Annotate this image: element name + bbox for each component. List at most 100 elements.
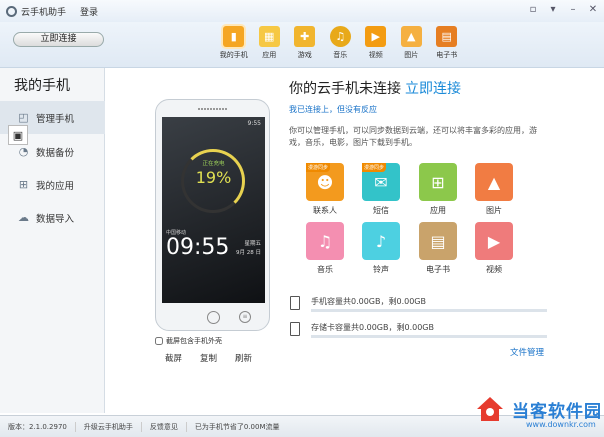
picture-icon: ▲: [400, 26, 422, 47]
lockscreen-clock: 09:55: [166, 235, 230, 260]
manage-phone-icon: ◰: [18, 111, 29, 124]
video-icon: ▶: [365, 26, 387, 47]
nav-label: 应用: [262, 51, 277, 59]
sidebar-item-label: 管理手机: [36, 113, 75, 125]
menu-icon[interactable]: ▾: [546, 2, 560, 16]
tile-label: 图片: [486, 206, 502, 215]
include-case-label: 截屏包含手机外壳: [166, 337, 222, 345]
music-icon: ♫: [329, 26, 351, 47]
backup-icon: ◔: [18, 145, 29, 158]
phone-speaker: [198, 108, 228, 110]
login-link[interactable]: 登录: [80, 5, 98, 18]
feedback-link[interactable]: 反馈意见: [142, 421, 187, 432]
nav-games[interactable]: ✚ 游戏: [287, 26, 323, 60]
tile-sms[interactable]: 漫游同步 ✉ 短信: [362, 163, 400, 218]
tile-label: 音乐: [317, 265, 333, 274]
contacts-icon: 漫游同步 ☻: [306, 163, 344, 201]
nav-my-phone[interactable]: ▮ 我的手机: [216, 26, 252, 60]
skin-icon[interactable]: ▫: [526, 2, 540, 16]
house-logo-icon: [477, 397, 503, 421]
phone-preview: 9:55 正在充电 19% 中国移动 09:55 星期五 9月 28 日 ≡: [155, 99, 270, 331]
main-toolbar: 立即连接 ▮ 我的手机 ▦ 应用 ✚ 游戏 ♫ 音乐 ▶ 视频 ▲ 图片 ▤ 电…: [0, 22, 604, 68]
apps-icon: ▦: [258, 26, 280, 47]
tile-music[interactable]: ♫ 音乐: [306, 222, 344, 277]
ebook-icon: ▤: [419, 222, 457, 260]
nav-label: 图片: [404, 51, 419, 59]
sidebar-item-label: 我的应用: [36, 180, 75, 192]
phone-storage-bar: [311, 309, 547, 312]
phone-screen: 9:55 正在充电 19% 中国移动 09:55 星期五 9月 28 日: [162, 117, 265, 303]
screenshot-button[interactable]: 截屏: [165, 352, 182, 364]
charge-percent: 19%: [195, 168, 232, 187]
title-bar: 云手机助手 登录 ▫ ▾ – ✕: [0, 0, 604, 22]
upgrade-link[interactable]: 升级云手机助手: [76, 421, 142, 432]
save-icon[interactable]: ▣: [8, 125, 28, 145]
sms-icon: 漫游同步 ✉: [362, 163, 400, 201]
lockscreen-date: 9月 28 日: [236, 250, 261, 256]
sd-card-icon: [290, 322, 300, 336]
phone-storage-icon: [290, 296, 300, 310]
connect-button[interactable]: 立即连接: [13, 32, 104, 47]
cloud-import-icon: ☁: [18, 211, 29, 224]
sd-storage-text: 存储卡容量共0.00GB，剩0.00GB: [311, 323, 434, 332]
sidebar-item-my-apps[interactable]: ⊞ 我的应用: [0, 168, 105, 201]
nav-label: 电子书: [436, 51, 458, 59]
tile-pictures[interactable]: ▲ 图片: [475, 163, 513, 218]
window-controls: ▫ ▾ – ✕: [526, 2, 600, 16]
refresh-button[interactable]: 刷新: [235, 352, 252, 364]
tile-contacts[interactable]: 漫游同步 ☻ 联系人: [306, 163, 344, 218]
tile-apps[interactable]: ⊞ 应用: [419, 163, 457, 218]
app-logo-icon: [6, 5, 17, 17]
apps-grid-icon: ⊞: [18, 178, 29, 191]
nav-label: 音乐: [333, 51, 348, 59]
tile-ringtones[interactable]: ♪ 铃声: [362, 222, 400, 277]
sidebar: 我的手机 ◰ 管理手机 ◔ 数据备份 ⊞ 我的应用 ☁ 数据导入: [0, 68, 105, 413]
gamepad-icon: ✚: [294, 26, 316, 47]
bell-icon: ♪: [362, 222, 400, 260]
tile-label: 短信: [373, 206, 389, 215]
page-title: 你的云手机未连接 立即连接: [289, 78, 461, 98]
apps-icon: ⊞: [419, 163, 457, 201]
no-response-link[interactable]: 我已连接上，但没有反应: [289, 104, 377, 115]
nav-pictures[interactable]: ▲ 图片: [394, 26, 430, 60]
nav-ebook[interactable]: ▤ 电子书: [429, 26, 465, 60]
menu-button-icon: ≡: [239, 311, 251, 323]
sidebar-item-label: 数据导入: [36, 213, 75, 225]
sync-badge: 漫游同步: [306, 163, 331, 172]
top-nav: ▮ 我的手机 ▦ 应用 ✚ 游戏 ♫ 音乐 ▶ 视频 ▲ 图片 ▤ 电子书: [216, 26, 465, 60]
copy-button[interactable]: 复制: [200, 352, 217, 364]
close-icon[interactable]: ✕: [586, 2, 600, 16]
ebook-icon: ▤: [436, 26, 458, 47]
tile-videos[interactable]: ▶ 视频: [475, 222, 513, 277]
sidebar-item-label: 数据备份: [36, 147, 75, 159]
site-watermark: 当客软件园 www.downkr.com: [470, 393, 604, 437]
minimize-icon[interactable]: –: [566, 2, 580, 16]
sidebar-title: 我的手机: [14, 78, 70, 94]
tile-label: 联系人: [313, 206, 337, 215]
charging-label: 正在充电: [202, 161, 225, 167]
file-manage-link[interactable]: 文件管理: [510, 346, 544, 358]
tile-label: 视频: [486, 265, 502, 274]
music-icon: ♫: [306, 222, 344, 260]
tile-label: 电子书: [426, 265, 450, 274]
watermark-url: www.downkr.com: [526, 420, 596, 429]
nav-label: 我的手机: [219, 51, 248, 59]
connect-now-link[interactable]: 立即连接: [405, 81, 461, 97]
sidebar-item-import[interactable]: ☁ 数据导入: [0, 201, 105, 234]
nav-apps[interactable]: ▦ 应用: [252, 26, 288, 60]
tile-ebooks[interactable]: ▤ 电子书: [419, 222, 457, 277]
picture-icon: ▲: [475, 163, 513, 201]
version-text: 版本：2.1.0.2970: [0, 421, 76, 432]
status-time: 9:55: [247, 120, 261, 127]
include-case-checkbox[interactable]: 截屏包含手机外壳: [155, 336, 222, 346]
sd-storage-bar: [311, 335, 547, 338]
page-title-text: 你的云手机未连接: [289, 81, 401, 97]
include-case-check[interactable]: [155, 337, 163, 345]
nav-video[interactable]: ▶ 视频: [358, 26, 394, 60]
nav-music[interactable]: ♫ 音乐: [323, 26, 359, 60]
description-text: 你可以管理手机，可以同步数据到云端，还可以将丰富多彩的应用，游戏，音乐，电影，图…: [289, 126, 537, 147]
home-button-icon: [207, 311, 220, 324]
phone-storage: 手机容量共0.00GB，剩0.00GB: [288, 296, 548, 322]
nav-label: 视频: [368, 51, 383, 59]
sd-storage: 存储卡容量共0.00GB，剩0.00GB: [288, 322, 548, 348]
